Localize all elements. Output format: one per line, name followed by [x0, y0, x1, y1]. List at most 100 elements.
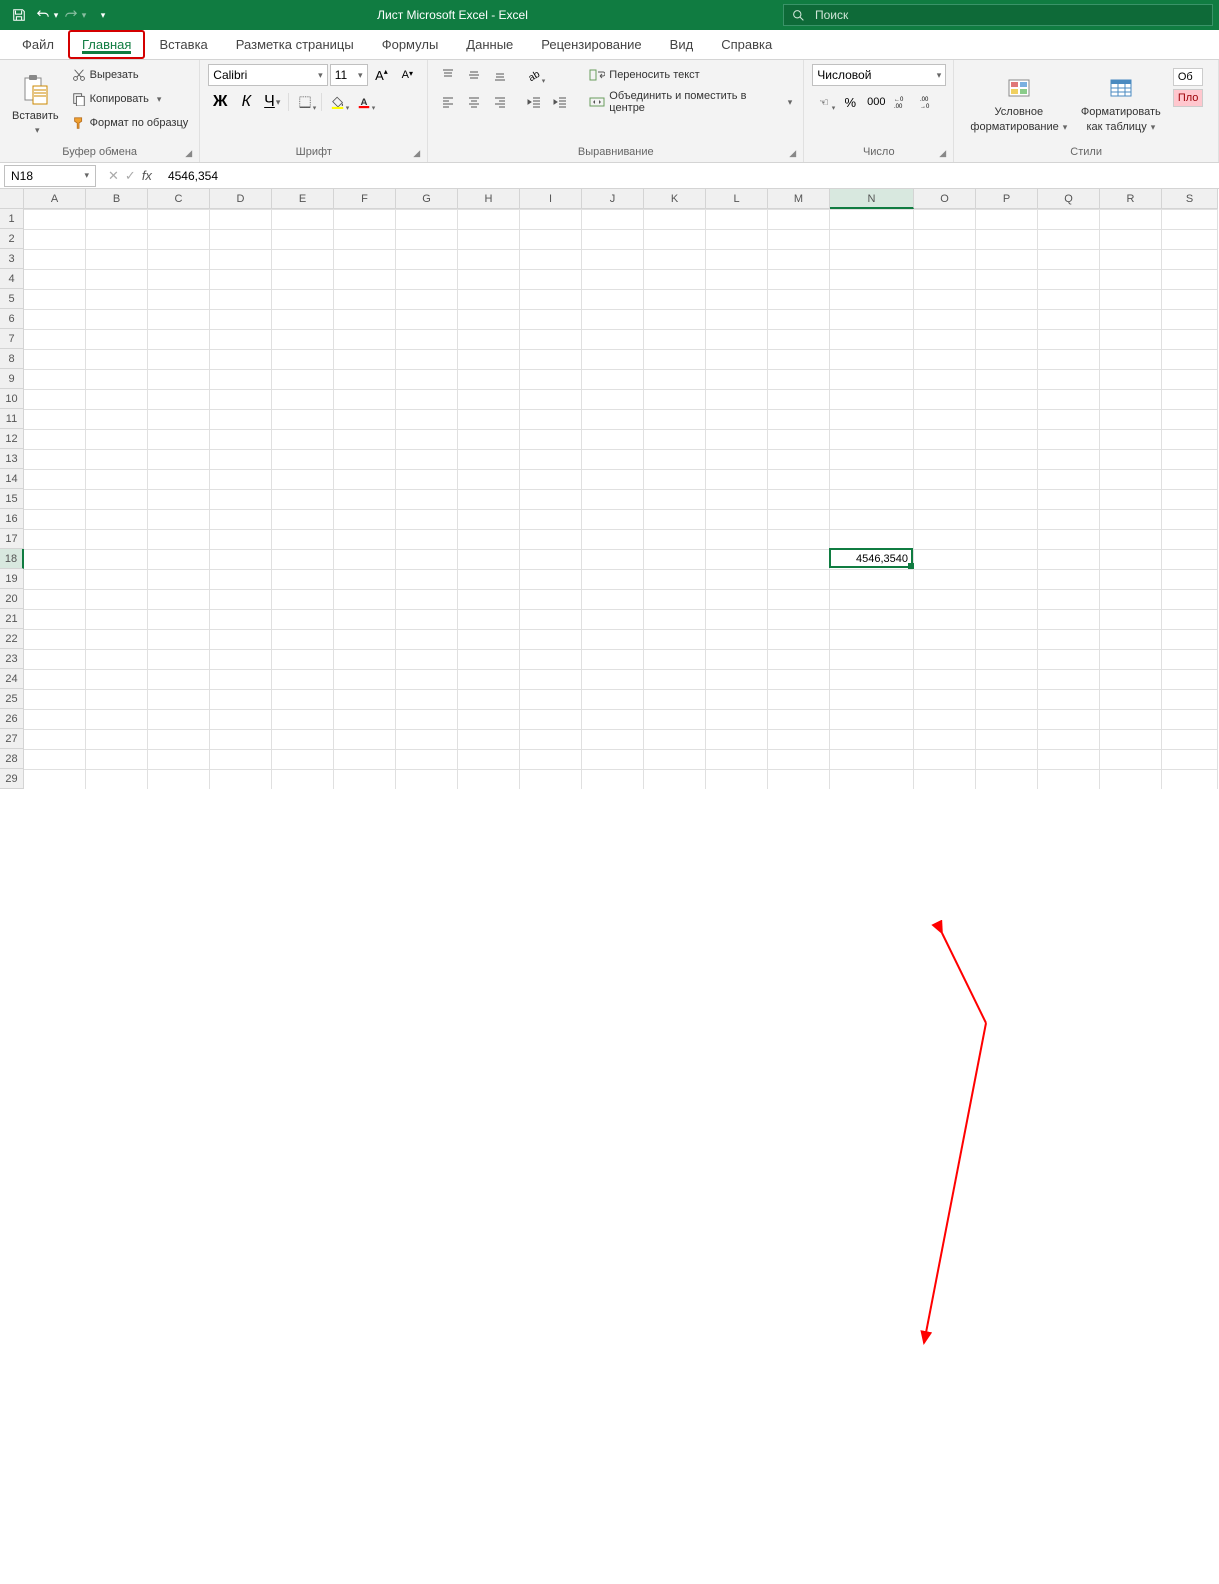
row-header-15[interactable]: 15	[0, 489, 24, 509]
formula-input[interactable]: 4546,354	[160, 169, 1219, 183]
format-painter-button[interactable]: Формат по образцу	[69, 112, 192, 134]
align-center-button[interactable]	[462, 91, 486, 113]
row-header-17[interactable]: 17	[0, 529, 24, 549]
row-header-5[interactable]: 5	[0, 289, 24, 309]
column-header-A[interactable]: A	[24, 189, 86, 209]
align-left-button[interactable]	[436, 91, 460, 113]
tab-view[interactable]: Вид	[656, 30, 708, 59]
row-header-20[interactable]: 20	[0, 589, 24, 609]
column-header-D[interactable]: D	[210, 189, 272, 209]
column-header-Q[interactable]: Q	[1038, 189, 1100, 209]
row-header-8[interactable]: 8	[0, 349, 24, 369]
row-header-14[interactable]: 14	[0, 469, 24, 489]
column-header-N[interactable]: N	[830, 189, 914, 209]
comma-button[interactable]: 000	[864, 91, 888, 113]
tab-review[interactable]: Рецензирование	[527, 30, 655, 59]
number-launcher[interactable]: ◢	[939, 148, 949, 158]
conditional-formatting-button[interactable]: Условное форматирование▾	[969, 64, 1069, 146]
number-format-select[interactable]: Числовой▾	[812, 64, 946, 86]
clipboard-launcher[interactable]: ◢	[185, 148, 195, 158]
increase-decimal-button[interactable]: ←0.00	[890, 91, 914, 113]
row-header-3[interactable]: 3	[0, 249, 24, 269]
column-header-H[interactable]: H	[458, 189, 520, 209]
font-color-button[interactable]: A	[352, 91, 376, 113]
row-header-2[interactable]: 2	[0, 229, 24, 249]
column-header-R[interactable]: R	[1100, 189, 1162, 209]
search-box[interactable]: Поиск	[783, 4, 1213, 26]
row-header-7[interactable]: 7	[0, 329, 24, 349]
row-header-24[interactable]: 24	[0, 669, 24, 689]
orientation-button[interactable]: ab	[522, 64, 546, 86]
align-bottom-button[interactable]	[488, 64, 512, 86]
column-header-S[interactable]: S	[1162, 189, 1218, 209]
column-header-O[interactable]: O	[914, 189, 976, 209]
column-header-E[interactable]: E	[272, 189, 334, 209]
row-header-1[interactable]: 1	[0, 209, 24, 229]
tab-home[interactable]: Главная	[68, 30, 145, 59]
cells-area[interactable]: 4546,3540	[24, 209, 1219, 789]
paste-button[interactable]: Вставить ▾	[8, 64, 63, 146]
row-header-26[interactable]: 26	[0, 709, 24, 729]
row-header-12[interactable]: 12	[0, 429, 24, 449]
row-header-16[interactable]: 16	[0, 509, 24, 529]
customize-qat-button[interactable]: ▾	[90, 2, 116, 28]
decrease-decimal-button[interactable]: .00→0	[916, 91, 940, 113]
style-normal[interactable]: Об	[1173, 68, 1204, 86]
alignment-launcher[interactable]: ◢	[789, 148, 799, 158]
row-header-19[interactable]: 19	[0, 569, 24, 589]
tab-help[interactable]: Справка	[707, 30, 786, 59]
wrap-text-button[interactable]: Переносить текст	[586, 64, 795, 86]
decrease-indent-button[interactable]	[522, 91, 546, 113]
copy-button[interactable]: Копировать▾	[69, 88, 192, 110]
column-header-C[interactable]: C	[148, 189, 210, 209]
font-name-select[interactable]: Calibri▾	[208, 64, 327, 86]
cancel-formula-button[interactable]: ✕	[108, 168, 119, 184]
redo-button[interactable]: ▾	[62, 2, 88, 28]
column-header-F[interactable]: F	[334, 189, 396, 209]
merge-center-button[interactable]: Объединить и поместить в центре▾	[586, 91, 795, 113]
tab-data[interactable]: Данные	[452, 30, 527, 59]
name-box[interactable]: N18▾	[4, 165, 96, 187]
column-header-K[interactable]: K	[644, 189, 706, 209]
align-right-button[interactable]	[488, 91, 512, 113]
insert-function-button[interactable]: fx	[142, 168, 152, 184]
style-bad[interactable]: Пло	[1173, 89, 1204, 107]
row-header-25[interactable]: 25	[0, 689, 24, 709]
tab-page-layout[interactable]: Разметка страницы	[222, 30, 368, 59]
row-header-4[interactable]: 4	[0, 269, 24, 289]
tab-formulas[interactable]: Формулы	[368, 30, 453, 59]
increase-font-button[interactable]: A▴	[370, 64, 394, 86]
column-header-J[interactable]: J	[582, 189, 644, 209]
decrease-font-button[interactable]: A▾	[395, 64, 419, 86]
column-header-B[interactable]: B	[86, 189, 148, 209]
column-header-L[interactable]: L	[706, 189, 768, 209]
column-header-P[interactable]: P	[976, 189, 1038, 209]
select-all-corner[interactable]	[0, 189, 24, 209]
format-as-table-button[interactable]: Форматировать как таблицу▾	[1075, 64, 1167, 146]
fill-color-button[interactable]	[326, 91, 350, 113]
italic-button[interactable]: К	[234, 91, 258, 113]
row-header-28[interactable]: 28	[0, 749, 24, 769]
bold-button[interactable]: Ж	[208, 91, 232, 113]
column-header-G[interactable]: G	[396, 189, 458, 209]
cut-button[interactable]: Вырезать	[69, 64, 192, 86]
selected-cell[interactable]: 4546,3540	[829, 548, 913, 568]
row-header-22[interactable]: 22	[0, 629, 24, 649]
align-top-button[interactable]	[436, 64, 460, 86]
increase-indent-button[interactable]	[548, 91, 572, 113]
row-header-10[interactable]: 10	[0, 389, 24, 409]
tab-file[interactable]: Файл	[8, 30, 68, 59]
borders-button[interactable]	[293, 91, 317, 113]
row-header-11[interactable]: 11	[0, 409, 24, 429]
font-size-select[interactable]: 11▾	[330, 64, 368, 86]
underline-button[interactable]: Ч▾	[260, 91, 284, 113]
tab-insert[interactable]: Вставка	[145, 30, 221, 59]
accounting-format-button[interactable]: ☜	[812, 91, 836, 113]
row-header-13[interactable]: 13	[0, 449, 24, 469]
row-header-23[interactable]: 23	[0, 649, 24, 669]
row-header-6[interactable]: 6	[0, 309, 24, 329]
undo-button[interactable]: ▾	[34, 2, 60, 28]
font-launcher[interactable]: ◢	[413, 148, 423, 158]
align-middle-button[interactable]	[462, 64, 486, 86]
save-button[interactable]	[6, 2, 32, 28]
